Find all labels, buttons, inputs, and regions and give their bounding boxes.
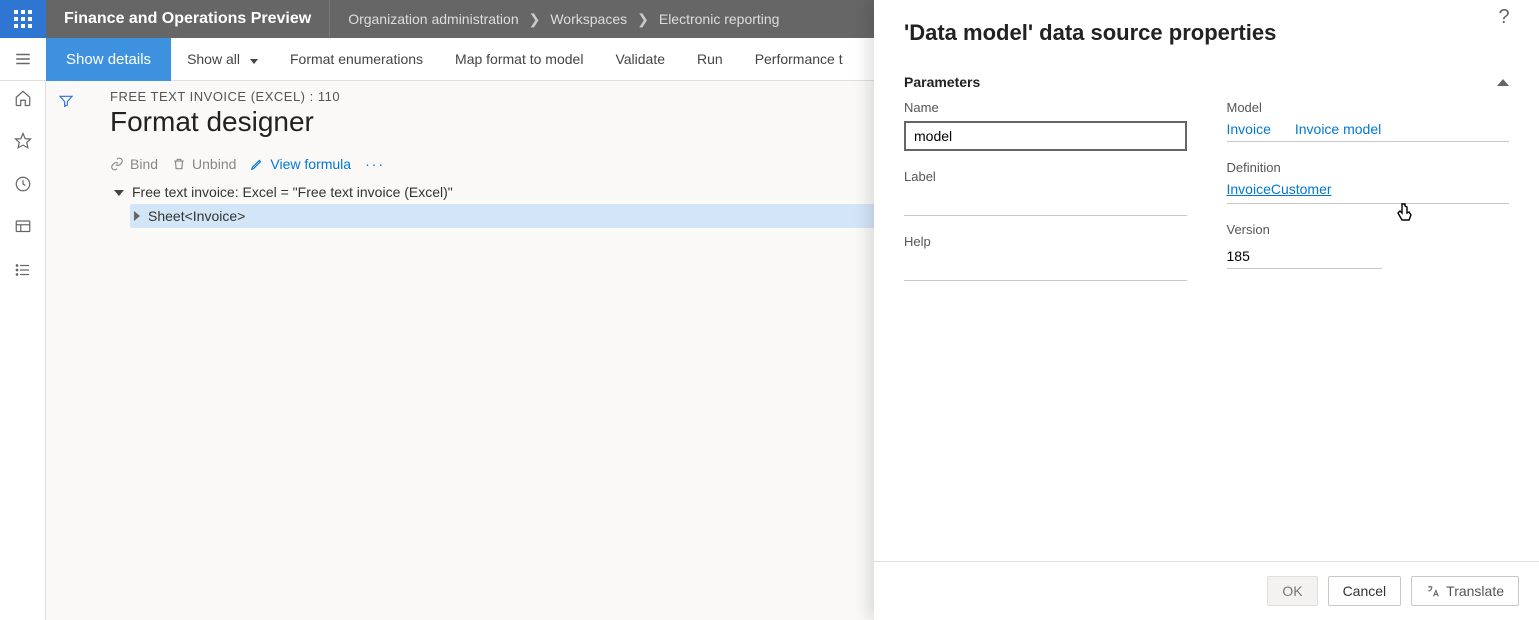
name-label: Name: [904, 100, 1187, 115]
show-all-label: Show all: [187, 51, 240, 67]
chevron-down-icon: [246, 51, 258, 67]
validate-button[interactable]: Validate: [599, 38, 681, 81]
version-label: Version: [1227, 222, 1510, 237]
chevron-down-icon: [114, 184, 124, 200]
breadcrumb: Organization administration ❯ Workspaces…: [330, 11, 797, 28]
unbind-button[interactable]: Unbind: [172, 156, 236, 172]
label-label: Label: [904, 169, 1187, 184]
view-formula-label: View formula: [270, 156, 351, 172]
chevron-up-icon: [1497, 79, 1509, 86]
unbind-label: Unbind: [192, 156, 236, 172]
invoice-model-link[interactable]: Invoice model: [1295, 121, 1381, 137]
side-rail: [0, 81, 46, 620]
more-button[interactable]: ···: [365, 156, 385, 172]
breadcrumb-item[interactable]: Electronic reporting: [659, 11, 780, 27]
brand-title: Finance and Operations Preview: [46, 10, 329, 28]
map-format-button[interactable]: Map format to model: [439, 38, 599, 81]
run-button[interactable]: Run: [681, 38, 739, 81]
view-formula-button[interactable]: View formula: [250, 156, 351, 172]
help-button[interactable]: ?: [1481, 6, 1527, 29]
bind-label: Bind: [130, 156, 158, 172]
funnel-icon: [58, 93, 74, 109]
more-icon: ···: [365, 156, 385, 172]
cancel-button[interactable]: Cancel: [1328, 576, 1402, 606]
home-icon: [14, 89, 32, 107]
filter-button[interactable]: [46, 89, 86, 228]
cursor-pointer-icon: [1393, 201, 1417, 225]
translate-icon: [1426, 584, 1440, 598]
translate-label: Translate: [1446, 583, 1504, 599]
link-icon: [110, 157, 124, 171]
trash-icon: [172, 157, 186, 171]
star-icon: [14, 132, 32, 150]
app-launcher-button[interactable]: [0, 0, 46, 38]
help-icon: ?: [1498, 6, 1509, 28]
definition-link[interactable]: InvoiceCustomer: [1227, 181, 1332, 197]
pencil-icon: [250, 157, 264, 171]
name-input[interactable]: [904, 121, 1187, 151]
waffle-icon: [14, 10, 32, 28]
model-label: Model: [1227, 100, 1510, 115]
list-icon: [14, 261, 32, 279]
model-link[interactable]: Invoice: [1227, 121, 1271, 137]
clock-icon: [14, 175, 32, 193]
chevron-right-icon: ❯: [637, 11, 649, 28]
favorites-button[interactable]: [14, 132, 32, 153]
modules-button[interactable]: [14, 261, 32, 282]
breadcrumb-item[interactable]: Organization administration: [348, 11, 518, 27]
show-all-dropdown[interactable]: Show all: [171, 38, 274, 81]
parameters-label: Parameters: [904, 74, 980, 90]
workspace-icon: [14, 218, 32, 236]
ok-button[interactable]: OK: [1267, 576, 1317, 606]
definition-label: Definition: [1227, 160, 1510, 175]
show-details-button[interactable]: Show details: [46, 38, 171, 81]
bind-button[interactable]: Bind: [110, 156, 158, 172]
properties-flyout: ? 'Data model' data source properties Pa…: [874, 0, 1539, 620]
chevron-right-icon: [134, 208, 140, 224]
version-input[interactable]: [1227, 243, 1382, 269]
format-enumerations-button[interactable]: Format enumerations: [274, 38, 439, 81]
workspaces-button[interactable]: [14, 218, 32, 239]
help-input[interactable]: [904, 255, 1187, 281]
hamburger-button[interactable]: [0, 50, 46, 68]
tree-row-label: Sheet<Invoice>: [148, 208, 245, 224]
tree-row-label: Free text invoice: Excel = "Free text in…: [132, 184, 453, 200]
breadcrumb-item[interactable]: Workspaces: [550, 11, 627, 27]
flyout-title: 'Data model' data source properties: [874, 0, 1539, 60]
chevron-right-icon: ❯: [529, 11, 541, 28]
home-button[interactable]: [14, 89, 32, 110]
help-label: Help: [904, 234, 1187, 249]
performance-button[interactable]: Performance t: [739, 38, 859, 81]
label-input[interactable]: [904, 190, 1187, 216]
hamburger-icon: [14, 50, 32, 68]
parameters-section-header[interactable]: Parameters: [874, 70, 1539, 100]
translate-button[interactable]: Translate: [1411, 576, 1519, 606]
recents-button[interactable]: [14, 175, 32, 196]
